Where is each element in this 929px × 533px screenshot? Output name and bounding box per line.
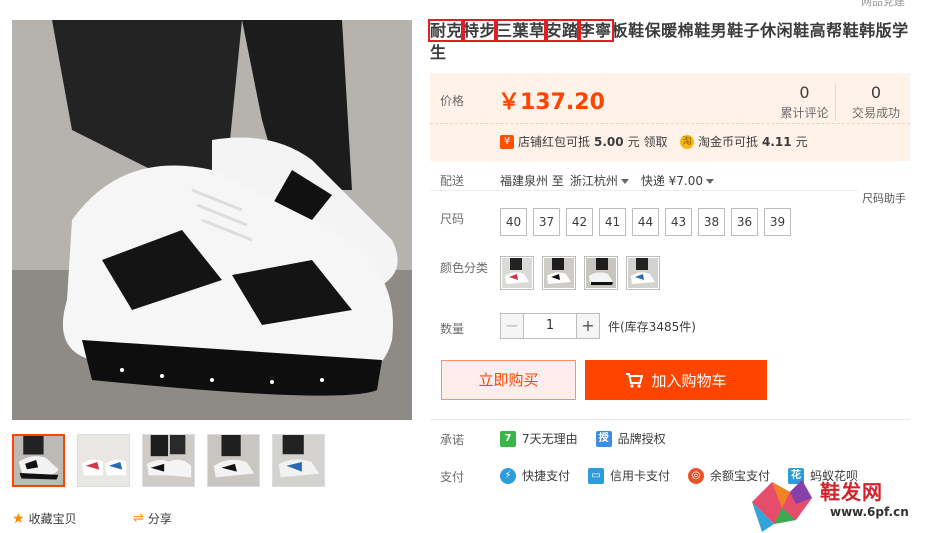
shipping-fee: 快递 ¥7.00 [640,174,704,188]
watermark-text: 鞋发网 [820,480,883,504]
taojinbi-promo[interactable]: 淘 淘金币可抵 4.11 元 [680,133,808,150]
thumbnail-3[interactable] [142,434,195,487]
size-option[interactable]: 43 [665,208,692,236]
thumbnail-1[interactable] [12,434,65,487]
thumbnail-4[interactable] [207,434,260,487]
add-to-cart-label: 加入购物车 [651,371,727,390]
reviews-label: 累计评论 [780,106,829,120]
red-packet-icon: ¥ [500,134,514,149]
promise-text: 7天无理由 [522,432,578,446]
delivery-destination-select[interactable]: 浙江杭州 [570,172,629,189]
shop-red-packet-promo[interactable]: ¥ 店铺红包可抵 5.00 元 领取 [500,133,667,150]
sales-count: 0 [870,83,882,102]
color-label: 颜色分类 [440,261,489,275]
price-divider [430,123,910,124]
favorite-button[interactable]: ★ 收藏宝贝 [12,510,77,527]
brand-authorized-icon: 授 [595,430,612,447]
size-option[interactable]: 37 [533,208,560,236]
payment-label: 支付 [440,470,465,484]
shipping-method-select[interactable]: 快递 ¥7.00 [640,172,715,189]
promo-suffix: 元 [795,135,808,149]
share-label: 分享 [147,512,172,526]
chevron-down-icon [706,179,715,184]
promise-item[interactable]: 授 品牌授权 [595,430,666,447]
promo-suffix: 元 领取 [627,135,668,149]
payment-item[interactable]: ⚡ 快捷支付 [500,467,570,484]
color-option-black-white-2[interactable] [584,256,618,290]
reviews-count: 0 [799,83,810,102]
promise-label: 承诺 [440,433,465,447]
credit-card-icon: ▭ [588,467,605,484]
main-product-image[interactable] [12,20,412,420]
promo-amount: 5.00 [594,134,624,149]
size-label: 尺码 [440,212,465,226]
promise-item[interactable]: 7 7天无理由 [500,430,578,447]
size-options: 40 37 42 41 44 43 38 36 39 [500,208,791,236]
color-option-red[interactable] [500,256,534,290]
buy-now-button[interactable]: 立即购买 [441,360,576,400]
promo-text: 店铺红包可抵 [518,135,591,149]
watermark-url: www.6pf.cn [830,505,909,519]
title-keyword: 李寧 [576,19,614,42]
sales-stat: 0 交易成功 [846,83,906,121]
seven-day-return-icon: 7 [500,430,516,447]
thumbnail-2[interactable] [77,434,130,487]
size-option[interactable]: 36 [731,208,758,236]
thumbnail-5[interactable] [272,434,325,487]
promo-amount: 4.11 [762,134,792,149]
delivery-from: 福建泉州 至 [500,174,564,188]
share-button[interactable]: ⇌ 分享 [133,510,172,527]
title-keyword: 耐克 [427,19,466,42]
size-option[interactable]: 41 [599,208,626,236]
delivery-label: 配送 [440,174,465,188]
add-to-cart-button[interactable]: 加入购物车 [585,360,767,400]
delivery-row: 福建泉州 至 浙江杭州 快递 ¥7.00 [500,172,715,189]
sneaker-photo [12,20,412,420]
color-option-blue[interactable] [626,256,660,290]
share-icon: ⇌ [133,511,144,526]
quantity-increase-button[interactable]: + [576,313,600,339]
quantity-input[interactable]: 1 [524,313,576,339]
payment-item[interactable]: ▭ 信用卡支付 [588,467,670,484]
size-option[interactable]: 39 [764,208,791,236]
section-divider [430,190,858,191]
favorite-label: 收藏宝贝 [28,512,77,526]
yuebao-icon: ◎ [688,467,705,484]
size-helper-link[interactable]: 尺码助手 [862,190,906,206]
taojinbi-coin-icon: 淘 [680,134,694,149]
title-keyword: 安踏 [543,19,581,42]
star-icon: ★ [12,510,25,527]
quick-pay-icon: ⚡ [500,467,516,484]
sales-label: 交易成功 [851,106,900,120]
stock-text: 件(库存3485件) [608,319,696,334]
title-keyword: 特步 [461,19,499,42]
quantity-decrease-button[interactable]: − [500,313,524,339]
quantity-stepper: − 1 + 件(库存3485件) [500,313,696,339]
size-option[interactable]: 44 [632,208,659,236]
reviews-stat[interactable]: 0 累计评论 [780,83,836,121]
price-label: 价格 [440,94,465,108]
size-option[interactable]: 38 [698,208,725,236]
payment-text: 快捷支付 [522,469,571,483]
quantity-label: 数量 [440,322,465,336]
payment-text: 信用卡支付 [610,469,671,483]
price-value: ￥137.20 [498,90,605,115]
size-option[interactable]: 42 [566,208,593,236]
price-panel: 价格 ￥137.20 0 累计评论 0 交易成功 ¥ 店铺红包可抵 5.00 元 领… [430,73,910,161]
delivery-destination: 浙江杭州 [569,174,618,188]
title-keyword: 三葉草 [494,19,548,42]
promise-text: 品牌授权 [617,432,666,446]
chevron-down-icon [620,179,629,184]
color-option-black-white[interactable] [542,256,576,290]
color-options [500,256,660,290]
size-option[interactable]: 40 [500,208,527,236]
cart-icon [626,373,644,388]
top-cut-text: 网品党建 [861,0,905,8]
promise-list: 7 7天无理由 授 品牌授权 [500,430,666,447]
section-divider [430,419,910,420]
thumbnail-strip [12,434,325,487]
promo-text: 淘金币可抵 [698,135,759,149]
product-title: 耐克特步三葉草安踏李寧板鞋保暖棉鞋男鞋子休闲鞋高帮鞋韩版学生 [427,19,920,64]
